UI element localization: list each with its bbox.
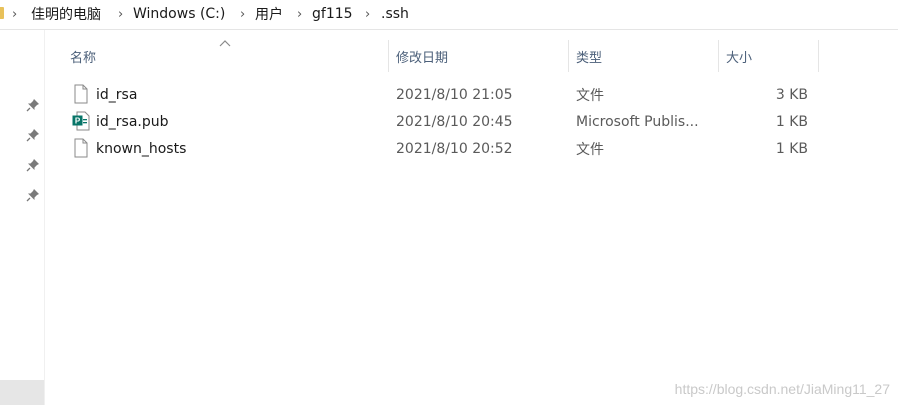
blank-file-icon: [74, 84, 88, 104]
pin-icon[interactable]: [26, 128, 40, 142]
svg-text:P: P: [75, 117, 81, 126]
column-header-size-label: 大小: [726, 50, 753, 66]
navigation-pane[interactable]: [0, 30, 45, 405]
file-name[interactable]: known_hosts: [96, 135, 186, 162]
column-header-size[interactable]: 大小: [718, 38, 818, 74]
breadcrumb-item-user[interactable]: gf115: [312, 0, 353, 28]
folder-icon: [0, 7, 4, 19]
column-header-name[interactable]: 名称: [62, 38, 388, 74]
file-name[interactable]: id_rsa: [96, 81, 137, 108]
file-size: 1 KB: [775, 140, 808, 157]
column-header-type-label: 类型: [576, 50, 603, 66]
column-header-modified-label: 修改日期: [396, 50, 449, 66]
column-header-modified[interactable]: 修改日期: [388, 38, 568, 74]
file-type: Microsoft Publis...: [576, 113, 699, 130]
address-bar[interactable]: › 佳明的电脑 › Windows (C:) › 用户 › gf115 › .s…: [0, 0, 898, 30]
publisher-file-icon: P: [72, 111, 90, 131]
file-modified: 2021/8/10 21:05: [396, 86, 513, 103]
pin-icon[interactable]: [26, 158, 40, 172]
file-size: 1 KB: [775, 113, 808, 130]
watermark: https://blog.csdn.net/JiaMing11_27: [674, 381, 890, 397]
pin-icon[interactable]: [26, 188, 40, 202]
file-modified: 2021/8/10 20:45: [396, 113, 513, 130]
breadcrumb-item-pc[interactable]: 佳明的电脑: [31, 0, 101, 28]
column-header-type[interactable]: 类型: [568, 38, 718, 74]
breadcrumb-item-drive[interactable]: Windows (C:): [133, 0, 225, 28]
blank-file-icon: [74, 138, 88, 158]
column-header-row: 名称 修改日期 类型 大小: [46, 38, 898, 74]
file-row[interactable]: known_hosts 2021/8/10 20:52 文件 1 KB: [46, 135, 826, 162]
chevron-right-icon[interactable]: ›: [12, 0, 17, 28]
column-header-name-label: 名称: [70, 50, 97, 66]
chevron-right-icon[interactable]: ›: [365, 0, 370, 28]
column-divider[interactable]: [818, 40, 819, 72]
nav-scrollbar[interactable]: [0, 380, 44, 405]
file-name[interactable]: id_rsa.pub: [96, 108, 169, 135]
file-type: 文件: [576, 87, 604, 104]
breadcrumb-item-users[interactable]: 用户: [255, 0, 283, 28]
breadcrumb-item-ssh[interactable]: .ssh: [381, 0, 409, 28]
chevron-right-icon[interactable]: ›: [297, 0, 302, 28]
file-row[interactable]: id_rsa 2021/8/10 21:05 文件 3 KB: [46, 81, 826, 108]
pin-icon[interactable]: [26, 98, 40, 112]
file-size: 3 KB: [775, 86, 808, 103]
file-type: 文件: [576, 141, 604, 158]
file-row[interactable]: P id_rsa.pub 2021/8/10 20:45 Microsoft P…: [46, 108, 826, 135]
chevron-right-icon[interactable]: ›: [240, 0, 245, 28]
chevron-right-icon[interactable]: ›: [118, 0, 123, 28]
file-modified: 2021/8/10 20:52: [396, 140, 513, 157]
